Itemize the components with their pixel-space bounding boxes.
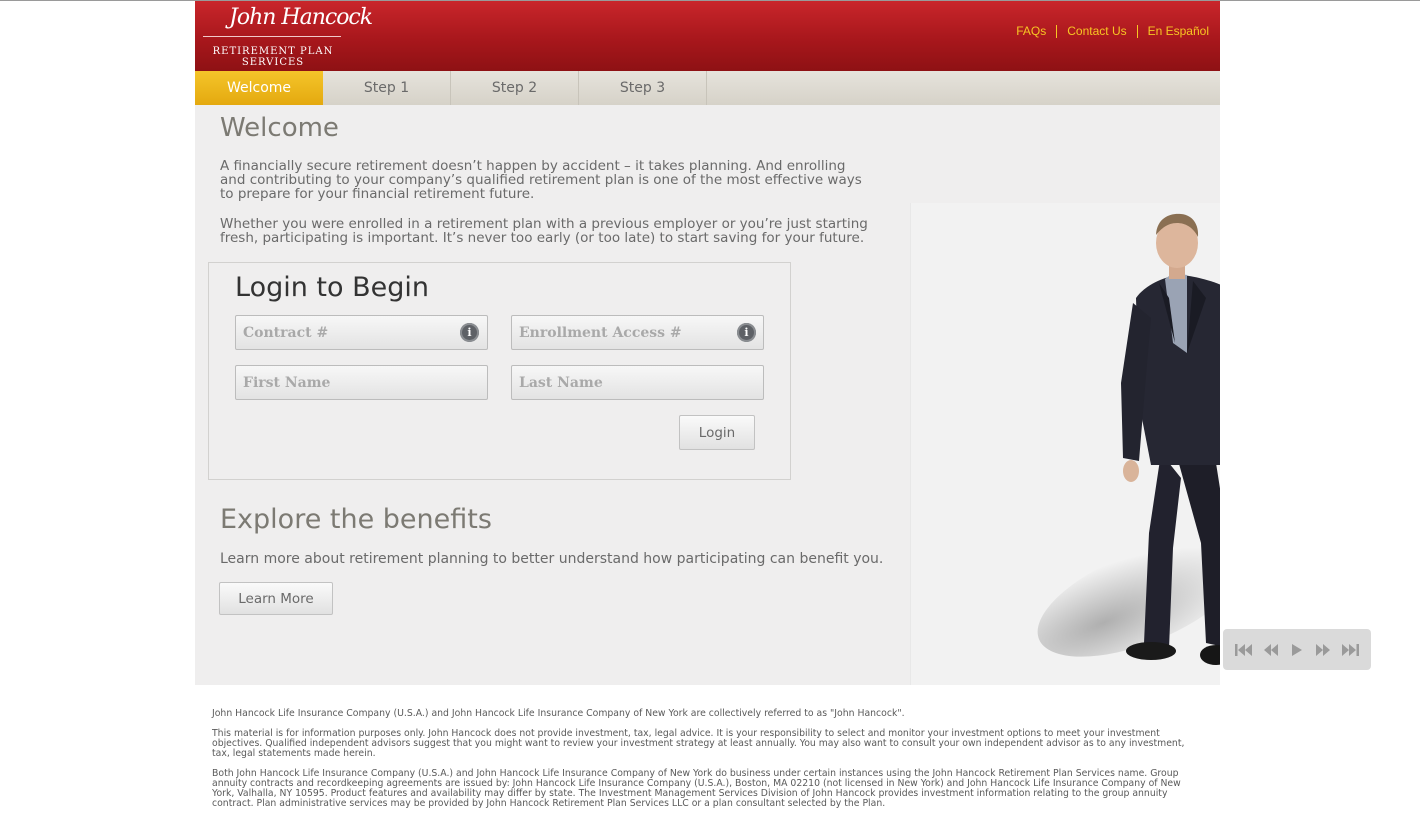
link-separator [1056, 24, 1058, 38]
logo-subtitle-line1: RETIREMENT PLAN [212, 46, 334, 57]
explore-title: Explore the benefits [220, 504, 492, 535]
john-hancock-logo[interactable]: John Hancock RETIREMENT PLAN SERVICES [203, 5, 373, 68]
info-icon[interactable]: i [737, 323, 756, 342]
logo-subtitle-line2: SERVICES [241, 57, 305, 68]
login-panel: Login to Begin i i Login [208, 262, 791, 480]
link-separator [1136, 24, 1138, 38]
tab-step-2[interactable]: Step 2 [451, 71, 579, 105]
logo-subtitle: RETIREMENT PLAN SERVICES [203, 46, 343, 68]
info-icon[interactable]: i [460, 323, 479, 342]
site-header: John Hancock RETIREMENT PLAN SERVICES FA… [195, 1, 1220, 71]
learn-more-button[interactable]: Learn More [219, 582, 333, 615]
tab-welcome[interactable]: Welcome [195, 71, 323, 105]
tab-step-3[interactable]: Step 3 [579, 71, 707, 105]
page-frame: John Hancock RETIREMENT PLAN SERVICES FA… [195, 1, 1371, 685]
footer-paragraph-1: John Hancock Life Insurance Company (U.S… [212, 708, 905, 719]
tab-step-1[interactable]: Step 1 [323, 71, 451, 105]
contact-us-link[interactable]: Contact Us [1067, 24, 1126, 38]
footer-paragraph-2: This material is for information purpose… [212, 728, 1185, 759]
logo-script-text: John Hancock [229, 5, 373, 30]
footer-paragraph-3: Both John Hancock Life Insurance Company… [212, 768, 1181, 809]
intro-paragraph: A financially secure retirement doesn’t … [220, 158, 862, 202]
play-icon[interactable] [1287, 641, 1307, 659]
rewind-icon[interactable] [1261, 641, 1281, 659]
step-tabs: Welcome Step 1 Step 2 Step 3 [195, 71, 1220, 105]
first-name-field[interactable] [235, 365, 488, 400]
skip-back-icon[interactable] [1234, 641, 1254, 659]
faqs-link[interactable]: FAQs [1016, 24, 1046, 38]
fast-forward-icon[interactable] [1313, 641, 1333, 659]
contract-number-field[interactable] [235, 315, 488, 350]
page-title: Welcome [220, 113, 339, 143]
explore-text: Learn more about retirement planning to … [220, 551, 884, 567]
header-links: FAQs Contact Us En Español [1016, 24, 1209, 38]
logo-divider [203, 36, 341, 37]
login-title: Login to Begin [235, 272, 429, 303]
en-espanol-link[interactable]: En Español [1148, 24, 1209, 38]
skip-forward-icon[interactable] [1340, 641, 1360, 659]
video-controls [1223, 629, 1371, 670]
video-player[interactable] [910, 203, 1220, 685]
presenter-figure [1121, 213, 1220, 665]
last-name-field[interactable] [511, 365, 764, 400]
login-button[interactable]: Login [679, 415, 755, 450]
intro-paragraph-2: Whether you were enrolled in a retiremen… [220, 216, 868, 246]
footer-disclaimer: John Hancock Life Insurance Company (U.S… [212, 709, 1202, 819]
enrollment-access-field[interactable] [511, 315, 764, 350]
